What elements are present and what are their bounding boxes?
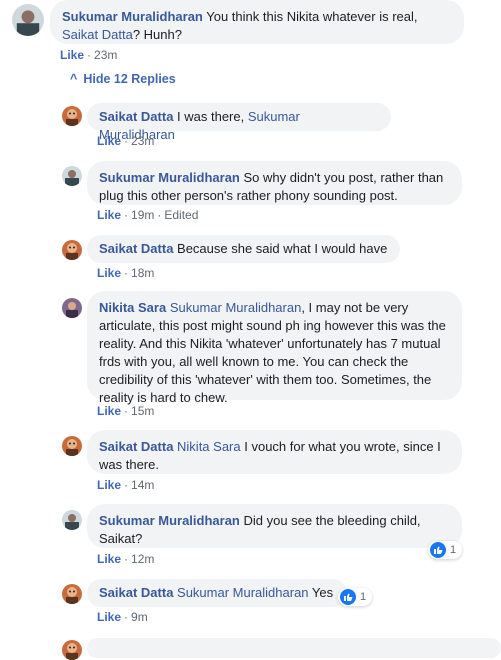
- commenter-name[interactable]: Saikat Datta: [99, 585, 173, 600]
- timestamp[interactable]: 23m: [94, 48, 117, 62]
- timestamp[interactable]: 18m: [131, 266, 154, 280]
- reply-actions: Like · 14m: [97, 478, 154, 492]
- avatar-image: [62, 436, 82, 456]
- avatar-image: [62, 640, 82, 660]
- like-reaction-icon: [430, 542, 446, 558]
- reply-text: Because she said what I would have: [173, 241, 388, 256]
- like-button[interactable]: Like: [60, 48, 84, 62]
- reply-bubble: Sukumar Muralidharan Did you see the ble…: [87, 504, 462, 548]
- avatar-image: [12, 4, 44, 36]
- hide-replies-label: Hide 12 Replies: [83, 72, 176, 86]
- timestamp[interactable]: 12m: [131, 552, 154, 566]
- separator: ·: [124, 610, 129, 624]
- like-button[interactable]: Like: [97, 610, 121, 624]
- separator: ·: [124, 134, 129, 148]
- reaction-number: 1: [360, 591, 367, 603]
- timestamp[interactable]: 14m: [131, 478, 154, 492]
- avatar[interactable]: [62, 166, 82, 186]
- avatar[interactable]: [62, 298, 82, 318]
- reply-actions: Like · 9m: [97, 610, 148, 624]
- separator: ·: [124, 208, 129, 222]
- reply-bubble: Sukumar Muralidharan So why didn't you p…: [87, 161, 462, 205]
- reply-bubble: Nikita Sara Sukumar Muralidharan, I may …: [87, 291, 462, 405]
- reply-bubble: Saikat Datta Sukumar Muralidharan Yes: [87, 579, 347, 607]
- separator: ·: [124, 404, 129, 418]
- mention-link[interactable]: Sukumar Muralidharan: [173, 585, 309, 600]
- separator: ·: [157, 208, 162, 222]
- like-reaction-icon: [340, 589, 356, 605]
- mention-link[interactable]: Sukumar Muralidharan: [166, 300, 302, 315]
- like-button[interactable]: Like: [97, 552, 121, 566]
- commenter-name[interactable]: Saikat Datta: [99, 241, 173, 256]
- avatar[interactable]: [62, 106, 82, 126]
- timestamp[interactable]: 19m: [131, 208, 154, 222]
- reply-bubble: Saikat Datta Because she said what I wou…: [87, 235, 400, 263]
- timestamp[interactable]: 23m: [131, 134, 154, 148]
- avatar-image: [62, 510, 82, 530]
- avatar-image: [62, 298, 82, 318]
- reply-bubble: Saikat Datta I was there, Sukumar Murali…: [87, 103, 391, 142]
- commenter-name[interactable]: Sukumar Muralidharan: [99, 513, 240, 528]
- mention-link[interactable]: Nikita Sara: [173, 439, 241, 454]
- chevron-up-icon: ^: [70, 72, 78, 86]
- avatar[interactable]: [62, 584, 82, 604]
- like-button[interactable]: Like: [97, 208, 121, 222]
- reaction-number: 1: [450, 544, 457, 556]
- comment-text: You think this Nikita whatever is real,: [202, 9, 418, 24]
- avatar[interactable]: [62, 510, 82, 530]
- reaction-count[interactable]: 1: [338, 588, 373, 606]
- avatar[interactable]: [12, 4, 44, 36]
- timestamp[interactable]: 15m: [131, 404, 154, 418]
- comment-bubble: Sukumar Muralidharan You think this Niki…: [50, 0, 464, 44]
- reply-bubble: Saikat Datta Nikita Sara I vouch for wha…: [87, 430, 462, 474]
- avatar-image: [62, 166, 82, 186]
- avatar-image: [62, 240, 82, 260]
- commenter-name[interactable]: Nikita Sara: [99, 300, 166, 315]
- commenter-name[interactable]: Saikat Datta: [99, 109, 173, 124]
- avatar-image: [62, 584, 82, 604]
- reply-actions: Like · 18m: [97, 266, 154, 280]
- separator: ·: [124, 478, 129, 492]
- reply-actions: Like · 12m: [97, 552, 154, 566]
- separator: ·: [124, 266, 129, 280]
- timestamp[interactable]: 9m: [131, 610, 148, 624]
- reaction-count[interactable]: 1: [428, 541, 463, 559]
- reply-actions: Like · 23m: [97, 134, 154, 148]
- mention-link[interactable]: Saikat Datta: [62, 27, 133, 42]
- like-button[interactable]: Like: [97, 404, 121, 418]
- separator: ·: [87, 48, 92, 62]
- reply-input-edge[interactable]: [87, 638, 501, 658]
- comment-text: ? Hunh?: [132, 27, 182, 42]
- like-button[interactable]: Like: [97, 134, 121, 148]
- commenter-name[interactable]: Saikat Datta: [99, 439, 173, 454]
- avatar[interactable]: [62, 240, 82, 260]
- comment-actions: Like · 23m: [60, 48, 117, 62]
- reply-actions: Like · 19m · Edited: [97, 208, 198, 222]
- reply-text: I was there,: [173, 109, 248, 124]
- separator: ·: [124, 552, 129, 566]
- edited-label[interactable]: Edited: [164, 208, 198, 222]
- avatar: [62, 640, 82, 660]
- commenter-name[interactable]: Sukumar Muralidharan: [99, 170, 240, 185]
- reply-text: Yes: [308, 585, 334, 600]
- like-button[interactable]: Like: [97, 266, 121, 280]
- reply-actions: Like · 15m: [97, 404, 154, 418]
- hide-replies-link[interactable]: ^ Hide 12 Replies: [70, 72, 176, 86]
- commenter-name[interactable]: Sukumar Muralidharan: [62, 9, 203, 24]
- avatar[interactable]: [62, 436, 82, 456]
- like-button[interactable]: Like: [97, 478, 121, 492]
- avatar-image: [62, 106, 82, 126]
- reply-text: , I may not be very articulate, this pos…: [99, 300, 446, 405]
